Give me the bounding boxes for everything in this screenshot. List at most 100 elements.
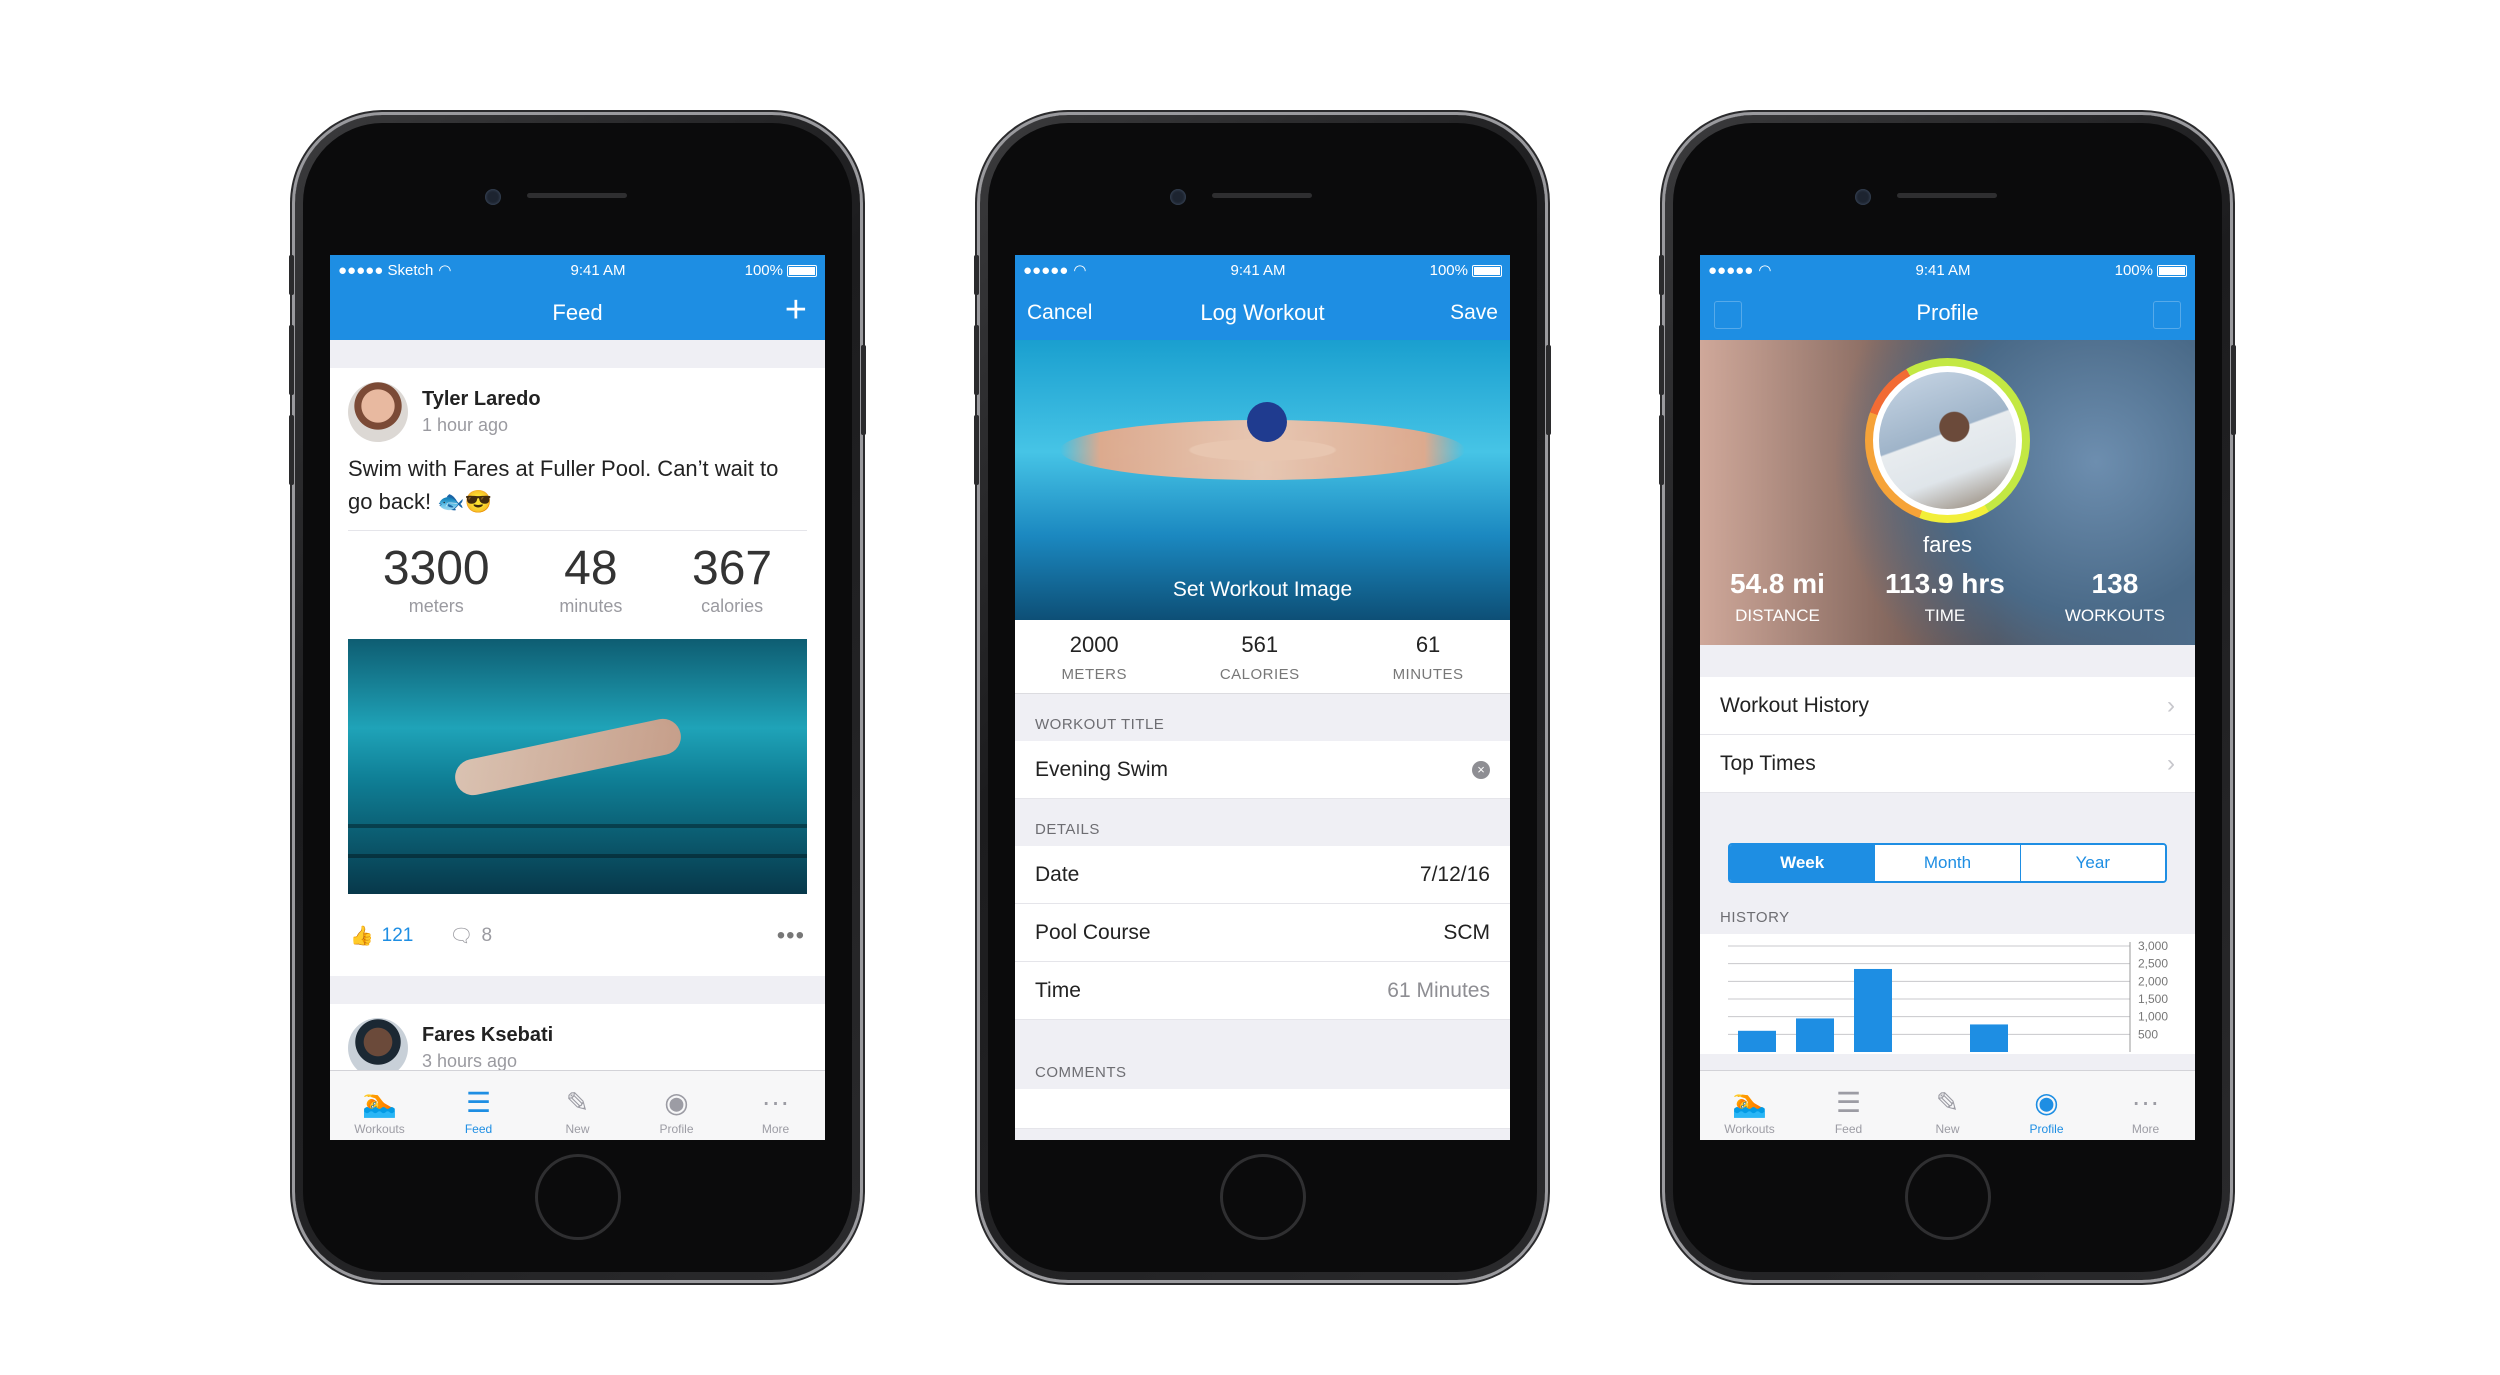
front-camera bbox=[1855, 189, 1871, 205]
phone-log-workout: ●●●●● ◠ 9:41 AM 100% Cancel Log Workout S… bbox=[974, 115, 1551, 1280]
segment-year[interactable]: Year bbox=[2020, 845, 2165, 881]
volume-down-button bbox=[289, 415, 294, 485]
save-button[interactable]: Save bbox=[1450, 301, 1498, 325]
nav-bar: Cancel Log Workout Save bbox=[1015, 285, 1510, 340]
carrier-signal: ●●●●● Sketch bbox=[338, 261, 434, 279]
tab-label: New bbox=[1935, 1122, 1960, 1136]
page-title: Profile bbox=[1916, 299, 1979, 325]
segment-month[interactable]: Month bbox=[1875, 845, 2021, 881]
stat-value: 138 bbox=[2091, 568, 2139, 599]
workout-title-field[interactable]: Evening Swim × bbox=[1015, 741, 1510, 799]
detail-row-time[interactable]: Time 61 Minutes bbox=[1015, 962, 1510, 1020]
feed-post: Tyler Laredo 1 hour ago Swim with Fares … bbox=[330, 368, 825, 976]
tab-feed[interactable]: ☰ Feed bbox=[1799, 1071, 1898, 1140]
y-tick-label: 2,500 bbox=[2138, 957, 2168, 971]
workout-title-value: Evening Swim bbox=[1035, 757, 1169, 781]
workout-image[interactable]: Set Workout Image bbox=[1015, 340, 1510, 620]
status-time: 9:41 AM bbox=[1915, 261, 1971, 279]
status-time: 9:41 AM bbox=[1230, 261, 1286, 279]
left-nav-placeholder-icon[interactable] bbox=[1714, 301, 1742, 329]
menu-label: Workout History bbox=[1720, 693, 1869, 717]
detail-row-pool-course[interactable]: Pool Course SCM bbox=[1015, 904, 1510, 962]
stat-value: 54.8 mi bbox=[1730, 568, 1825, 599]
profile-screen: ●●●●● ◠ 9:41 AM 100% Profile fares 54.8 m… bbox=[1700, 255, 2195, 1140]
battery-percent: 100% bbox=[744, 261, 783, 279]
stat-label: MINUTES bbox=[1392, 666, 1464, 683]
battery-icon bbox=[787, 264, 817, 277]
activity-ring bbox=[1865, 358, 2030, 523]
stat-calories[interactable]: 561 CALORIES bbox=[1220, 632, 1300, 683]
page-title: Feed bbox=[552, 299, 603, 325]
clear-text-icon[interactable]: × bbox=[1472, 760, 1490, 779]
history-chart: 3,000 2,500 2,000 1,500 1,000 500 bbox=[1700, 934, 2195, 1054]
chevron-right-icon: › bbox=[2167, 691, 2175, 719]
earpiece-speaker bbox=[527, 193, 627, 198]
swim-cap bbox=[1247, 402, 1287, 442]
volume-down-button bbox=[974, 415, 979, 485]
comment-button[interactable]: 🗨 8 bbox=[449, 924, 492, 948]
tab-label: Workouts bbox=[1724, 1122, 1775, 1136]
status-bar: ●●●●● ◠ 9:41 AM 100% bbox=[1700, 255, 2195, 285]
home-button bbox=[535, 1154, 621, 1240]
mute-switch bbox=[974, 255, 979, 295]
avatar[interactable] bbox=[1879, 372, 2016, 509]
section-header-details: DETAILS bbox=[1035, 821, 1100, 838]
plus-icon[interactable]: + bbox=[785, 289, 807, 332]
cancel-button[interactable]: Cancel bbox=[1027, 301, 1092, 325]
tab-label: Feed bbox=[464, 1122, 493, 1136]
tab-new[interactable]: ✎ New bbox=[1898, 1071, 1997, 1140]
stat-label: meters bbox=[408, 596, 464, 616]
person-icon: ◉ bbox=[664, 1086, 689, 1118]
tab-bar: 🏊 Workouts ☰ Feed ✎ New ◉ Profile ··· More bbox=[330, 1070, 825, 1140]
history-bar[interactable] bbox=[1738, 1030, 1776, 1052]
tab-workouts[interactable]: 🏊 Workouts bbox=[1700, 1071, 1799, 1140]
tab-label: More bbox=[2131, 1122, 2160, 1136]
stat-label: DISTANCE bbox=[1735, 606, 1820, 625]
tab-profile[interactable]: ◉ Profile bbox=[627, 1071, 726, 1140]
tab-label: Feed bbox=[1834, 1122, 1863, 1136]
stat-meters[interactable]: 2000 METERS bbox=[1061, 632, 1127, 683]
detail-label: Pool Course bbox=[1035, 920, 1151, 944]
menu-workout-history[interactable]: Workout History › bbox=[1700, 677, 2195, 735]
tab-feed[interactable]: ☰ Feed bbox=[429, 1071, 528, 1140]
tab-bar: 🏊 Workouts ☰ Feed ✎ New ◉ Profile ··· More bbox=[1700, 1070, 2195, 1140]
menu-top-times[interactable]: Top Times › bbox=[1700, 735, 2195, 793]
post-author[interactable]: Fares Ksebati bbox=[422, 1024, 553, 1047]
history-bar[interactable] bbox=[1970, 1024, 2008, 1052]
post-author[interactable]: Tyler Laredo bbox=[422, 388, 541, 411]
tab-new[interactable]: ✎ New bbox=[528, 1071, 627, 1140]
tab-profile[interactable]: ◉ Profile bbox=[1997, 1071, 2096, 1140]
detail-row-date[interactable]: Date 7/12/16 bbox=[1015, 846, 1510, 904]
tab-label: New bbox=[565, 1122, 590, 1136]
avatar[interactable] bbox=[348, 382, 408, 442]
avatar[interactable] bbox=[348, 1018, 408, 1078]
volume-up-button bbox=[289, 325, 294, 395]
feed-lines-icon: ☰ bbox=[465, 1086, 492, 1118]
stat-label: TIME bbox=[1924, 606, 1966, 625]
history-bar[interactable] bbox=[1854, 968, 1892, 1052]
tab-label: More bbox=[761, 1122, 790, 1136]
comments-field[interactable] bbox=[1015, 1089, 1510, 1129]
stat-label: METERS bbox=[1061, 666, 1127, 683]
right-nav-placeholder-icon[interactable] bbox=[2153, 301, 2181, 329]
tab-more[interactable]: ··· More bbox=[726, 1071, 825, 1140]
stat-value: 367 bbox=[692, 542, 773, 595]
y-tick-label: 1,000 bbox=[2138, 1010, 2168, 1024]
set-image-label[interactable]: Set Workout Image bbox=[1015, 578, 1510, 602]
comment-icon: 🗨 bbox=[449, 926, 474, 947]
chevron-right-icon: › bbox=[2167, 749, 2175, 777]
stat-minutes[interactable]: 61 MINUTES bbox=[1393, 632, 1464, 683]
tab-label: Profile bbox=[2029, 1122, 2064, 1136]
more-options-icon[interactable]: ••• bbox=[777, 922, 805, 950]
like-button[interactable]: 👍 121 bbox=[350, 924, 413, 948]
history-chart-svg: 3,000 2,500 2,000 1,500 1,000 500 bbox=[1728, 939, 2168, 1052]
stat-value: 2000 bbox=[1069, 632, 1119, 657]
tab-more[interactable]: ··· More bbox=[2096, 1071, 2195, 1140]
segment-week[interactable]: Week bbox=[1730, 845, 1876, 881]
comment-count: 8 bbox=[481, 925, 493, 946]
tab-workouts[interactable]: 🏊 Workouts bbox=[330, 1071, 429, 1140]
history-bar[interactable] bbox=[1796, 1018, 1834, 1052]
section-header-comments: COMMENTS bbox=[1035, 1064, 1127, 1081]
nav-bar: Profile bbox=[1700, 285, 2195, 340]
post-photo[interactable] bbox=[348, 639, 807, 894]
